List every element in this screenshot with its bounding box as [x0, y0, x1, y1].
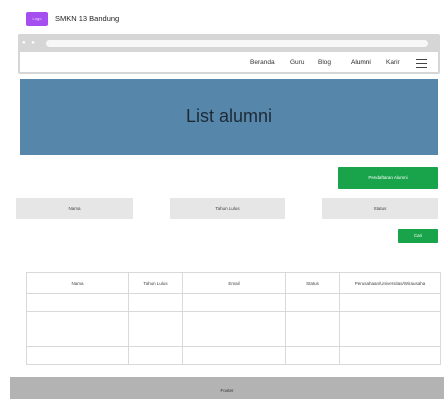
table-cell: [128, 346, 183, 365]
address-bar[interactable]: [46, 40, 428, 47]
site-title: SMKN 13 Bandung: [55, 14, 120, 23]
nav-item-alumni[interactable]: Alumni: [351, 59, 371, 66]
table-cell: [285, 293, 340, 312]
register-alumni-button[interactable]: Pendaftaran Alumni: [338, 167, 438, 189]
graduation-year-filter-input[interactable]: [170, 198, 285, 219]
table-cell: [128, 311, 183, 347]
column-header-perusahaan: Perusahaan/Universitas/Wirausaha: [339, 272, 441, 294]
footer-text: Footer: [220, 388, 234, 393]
table-cell: [339, 293, 441, 312]
table-cell: [285, 346, 340, 365]
column-header-email: Email: [182, 272, 286, 294]
column-header-status: Status: [285, 272, 340, 294]
window-dots-icon: ● ●: [22, 40, 37, 46]
column-header-tahun-lulus: Tahun Lulus: [128, 272, 183, 294]
search-button[interactable]: Cari: [398, 229, 438, 243]
nav-item-karir[interactable]: Karir: [386, 59, 400, 66]
table-row: [26, 346, 441, 365]
table-cell: [26, 293, 129, 312]
table-cell: [26, 311, 129, 347]
table-cell: [339, 346, 441, 365]
table-header-row: Nama Tahun Lulus Email Status Perusahaan…: [26, 272, 441, 294]
table-cell: [182, 293, 286, 312]
nav-item-beranda[interactable]: Beranda: [250, 59, 275, 66]
name-filter-input[interactable]: [16, 198, 133, 219]
page-title: List alumni: [185, 106, 273, 126]
nav-item-guru[interactable]: Guru: [290, 59, 304, 66]
logo: Logo: [26, 12, 48, 26]
nav-item-blog[interactable]: Blog: [318, 59, 331, 66]
status-filter-input[interactable]: [322, 198, 438, 219]
table-row: [26, 293, 441, 312]
table-row: [26, 311, 441, 347]
navbar: [20, 52, 438, 72]
table-cell: [339, 311, 441, 347]
hamburger-icon[interactable]: [416, 59, 427, 69]
alumni-table: Nama Tahun Lulus Email Status Perusahaan…: [26, 272, 441, 365]
column-header-nama: Nama: [26, 272, 129, 294]
table-cell: [182, 346, 286, 365]
table-cell: [182, 311, 286, 347]
table-cell: [285, 311, 340, 347]
table-cell: [128, 293, 183, 312]
table-cell: [26, 346, 129, 365]
